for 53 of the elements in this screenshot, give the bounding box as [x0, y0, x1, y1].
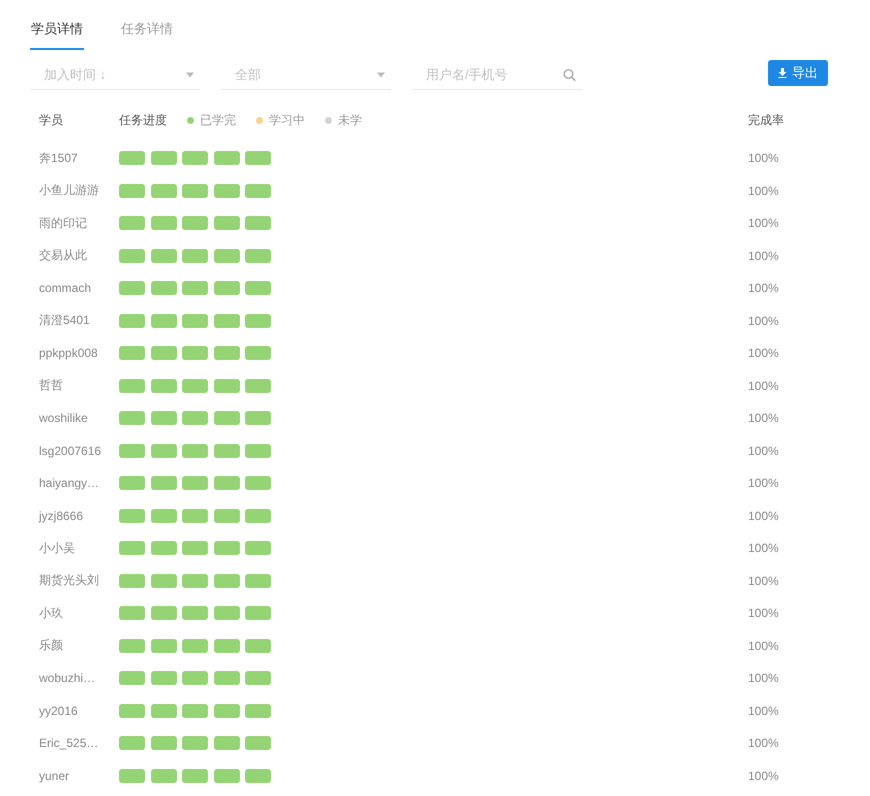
caret-icon	[186, 72, 194, 78]
completion-rate: 100%	[748, 248, 779, 263]
student-name: 乐颜	[39, 637, 63, 654]
student-name: Eric_525…	[39, 736, 98, 750]
completion-rate: 100%	[748, 151, 779, 166]
student-name: commach	[39, 281, 92, 296]
caret-icon	[377, 72, 385, 78]
completion-rate: 100%	[748, 444, 779, 458]
completion-rate: 100%	[748, 184, 779, 198]
completion-rate: 100%	[748, 411, 779, 426]
completion-rate: 100%	[748, 314, 779, 328]
completion-rate: 100%	[748, 281, 779, 296]
completion-rate: 100%	[748, 574, 779, 588]
student-name: haiyangy…	[39, 476, 100, 490]
column-header: 完成率	[748, 112, 784, 128]
student-name: 雨的印记	[39, 214, 87, 232]
student-name: wobuzhi…	[39, 671, 96, 686]
legend-item: 学习中	[256, 112, 305, 128]
completion-rate: 100%	[748, 671, 779, 686]
column-header: 任务进度	[119, 112, 167, 128]
completion-rate: 100%	[748, 638, 779, 653]
export-button[interactable]: 导出	[768, 60, 828, 86]
completion-rate: 100%	[748, 378, 779, 393]
search-icon	[563, 68, 576, 82]
student-name: 小鱼儿游游	[39, 182, 99, 200]
student-name: 清澄5401	[39, 312, 90, 330]
student-name: ppkppk008	[39, 346, 98, 360]
download-icon	[778, 68, 787, 78]
column-header: 学员	[39, 112, 63, 128]
completion-rate: 100%	[748, 768, 779, 783]
student-name: 交易从此	[39, 247, 87, 264]
completion-rate: 100%	[748, 541, 779, 556]
student-name: jyzj8666	[39, 508, 84, 523]
completion-rate: 100%	[748, 216, 779, 230]
tab[interactable]: 任务详情	[120, 14, 174, 50]
student-name: 小小吴	[39, 540, 75, 557]
completion-rate: 100%	[748, 736, 779, 750]
student-name: 期货光头刘	[39, 572, 99, 590]
completion-rate: 100%	[748, 606, 779, 620]
student-name: yuner	[39, 768, 70, 783]
student-name: 哲哲	[39, 377, 63, 394]
completion-rate: 100%	[748, 476, 779, 490]
student-name: 小玖	[39, 604, 63, 622]
completion-rate: 100%	[748, 508, 779, 523]
legend-item: 已学完	[187, 112, 236, 128]
legend-item: 未学	[325, 112, 362, 128]
completion-rate: 100%	[748, 704, 779, 718]
tab[interactable]: 学员详情	[30, 14, 84, 50]
student-name: woshilike	[39, 411, 88, 426]
completion-rate: 100%	[748, 346, 779, 360]
student-name: yy2016	[39, 704, 78, 718]
student-name: lsg2007616	[39, 444, 102, 458]
student-name: 奔1507	[39, 150, 78, 167]
